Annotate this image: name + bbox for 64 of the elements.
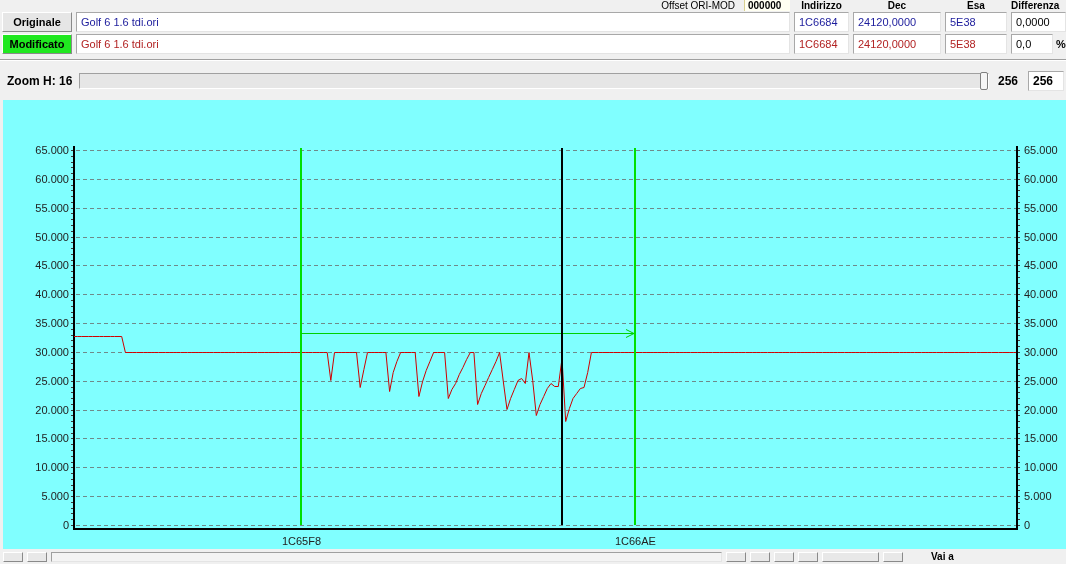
toolbar-button[interactable] [798, 552, 818, 562]
offset-value: 000000 [744, 0, 790, 11]
file-button[interactable]: Modificato [2, 34, 72, 54]
column-header: Esa [967, 0, 985, 11]
y-tick-label: 40.000 [1024, 288, 1058, 301]
y-tick-label: 60.000 [1024, 172, 1058, 185]
toolbar-button[interactable] [883, 552, 903, 562]
y-tick-label: 60.000 [35, 172, 69, 185]
toolbar-button[interactable] [750, 552, 770, 562]
toolbar-button[interactable] [774, 552, 794, 562]
toolbar-button[interactable] [726, 552, 746, 562]
y-tick-label: 35.000 [35, 317, 69, 330]
slider-thumb[interactable] [979, 71, 988, 90]
hex-field[interactable]: 5E38 [945, 34, 1007, 54]
column-header: Dec [887, 0, 907, 11]
file-button[interactable]: Originale [2, 12, 72, 32]
y-tick-label: 45.000 [1024, 259, 1058, 272]
difference-field[interactable]: 0,0000 [1011, 12, 1066, 32]
y-tick-label: 50.000 [35, 230, 69, 243]
y-tick-label: 0 [1024, 519, 1031, 531]
column-header: Differenza [1011, 0, 1060, 11]
toolbar-button[interactable] [27, 552, 47, 562]
y-tick-label: 55.000 [35, 201, 69, 214]
zoom-slider[interactable] [79, 72, 989, 89]
decimal-field[interactable]: 24120,0000 [853, 34, 941, 54]
goto-label: Vai a [931, 551, 954, 562]
y-tick-label: 40.000 [35, 288, 69, 301]
hex-field[interactable]: 5E38 [945, 12, 1007, 32]
column-header: Indirizzo [801, 0, 842, 11]
x-tick-label: 1C66AE [614, 535, 656, 547]
address-field[interactable]: 1C6684 [794, 34, 849, 54]
filename-field[interactable]: Golf 6 1.6 tdi.ori [76, 34, 790, 54]
zoom-label: Zoom H: 16 [7, 73, 73, 88]
y-tick-label: 5.000 [1024, 490, 1052, 503]
y-tick-label: 45.000 [35, 259, 69, 272]
zoom-reading: 256 [997, 73, 1018, 88]
y-tick-label: 30.000 [1024, 345, 1058, 358]
y-tick-label: 30.000 [35, 345, 69, 358]
decimal-field[interactable]: 24120,0000 [853, 12, 941, 32]
column-header: Offset ORI-MOD [661, 0, 735, 11]
toolbar-button[interactable] [3, 552, 23, 562]
y-tick-label: 25.000 [35, 374, 69, 387]
y-tick-label: 65.000 [1024, 144, 1058, 156]
y-tick-label: 0 [62, 519, 69, 531]
unit-label: % [1056, 37, 1066, 51]
y-tick-label: 10.000 [1024, 461, 1058, 474]
address-field[interactable]: 1C6684 [794, 12, 849, 32]
toolbar-button[interactable] [822, 552, 879, 562]
y-tick-label: 55.000 [1024, 201, 1058, 214]
zoom-input[interactable]: 256 [1028, 70, 1064, 91]
y-tick-label: 20.000 [35, 403, 69, 416]
y-tick-label: 15.000 [1024, 432, 1058, 445]
x-tick-label: 1C65F8 [281, 535, 322, 547]
y-tick-label: 65.000 [35, 144, 69, 156]
difference-field[interactable]: 0,0 [1011, 34, 1053, 54]
y-tick-label: 20.000 [1024, 403, 1058, 416]
filename-field[interactable]: Golf 6 1.6 tdi.ori [76, 12, 790, 32]
y-tick-label: 10.000 [35, 461, 69, 474]
y-tick-label: 5.000 [41, 490, 69, 503]
y-tick-label: 35.000 [1024, 317, 1058, 330]
y-tick-label: 25.000 [1024, 374, 1058, 387]
y-tick-label: 15.000 [35, 432, 69, 445]
scrollbar[interactable] [51, 552, 722, 562]
y-tick-label: 50.000 [1024, 230, 1058, 243]
